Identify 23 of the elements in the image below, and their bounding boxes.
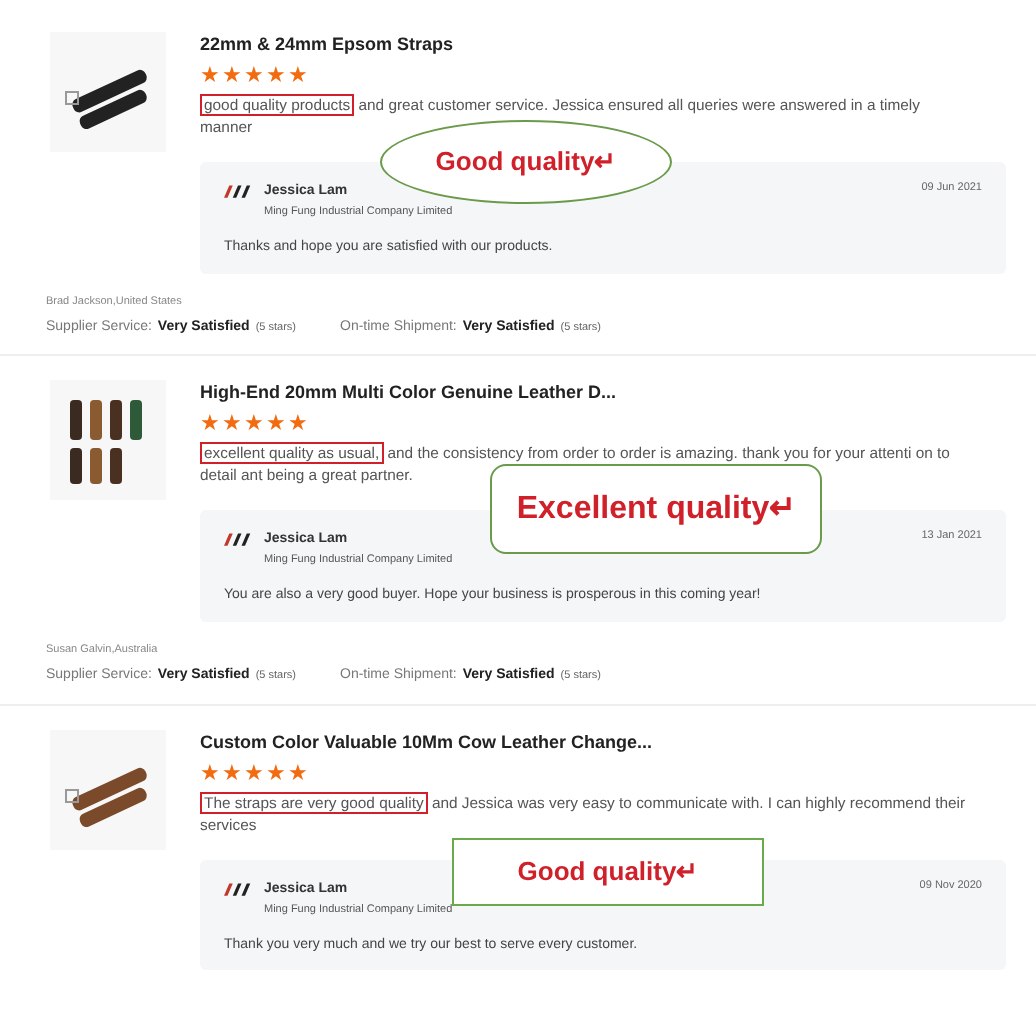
product-title[interactable]: Custom Color Valuable 10Mm Cow Leather Change... <box>200 729 1006 753</box>
star-icon: ★ <box>266 66 286 88</box>
annotation-label: Excellent quality↵ <box>490 464 822 555</box>
star-icon: ★ <box>244 763 264 785</box>
star-icon: ★ <box>266 414 286 437</box>
star-icon: ★ <box>288 66 308 88</box>
annotation-label: Good quality↵ <box>452 837 764 905</box>
logo-icon <box>224 528 252 547</box>
logo-icon <box>224 180 252 198</box>
star-icon: ★ <box>222 763 242 785</box>
star-icon: ★ <box>200 414 220 437</box>
star-icon: ★ <box>288 414 308 437</box>
product-title[interactable]: 22mm & 24mm Epsom Straps <box>200 32 1006 56</box>
star-icon: ★ <box>244 66 264 88</box>
star-icon: ★ <box>266 763 286 785</box>
star-icon: ★ <box>200 763 220 785</box>
star-icon: ★ <box>222 414 242 437</box>
star-icon: ★ <box>222 66 242 88</box>
star-icon: ★ <box>200 66 220 88</box>
annotation-label: Good quality↵ <box>380 120 672 204</box>
star-icon: ★ <box>288 763 308 785</box>
star-icon: ★ <box>244 414 264 437</box>
product-title[interactable]: High-End 20mm Multi Color Genuine Leather D... <box>200 380 1006 405</box>
